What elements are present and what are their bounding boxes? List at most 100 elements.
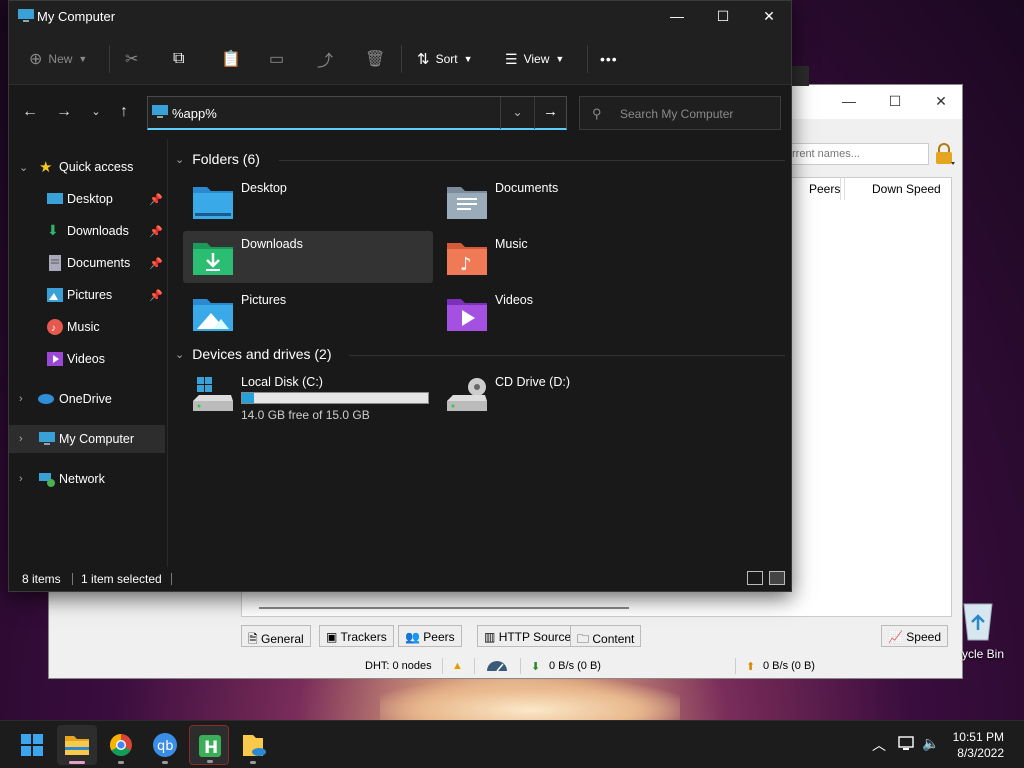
folders-section-title: Folders (6) — [192, 151, 260, 167]
download-arrow-icon: ⬇ — [531, 661, 541, 673]
content-pane: ⌄ Folders (6) Desktop Documents Download… — [169, 139, 791, 569]
nav-item-videos[interactable]: Videos — [9, 345, 165, 373]
download-icon: ⬇ — [47, 222, 59, 238]
pane-splitter[interactable] — [167, 139, 168, 569]
status-separator — [520, 658, 521, 674]
minimize-button[interactable]: — — [654, 1, 700, 33]
tab-general[interactable]: 🗎 General — [241, 625, 311, 647]
taskbar-qbittorrent[interactable]: qb — [145, 725, 185, 765]
videos-folder-icon — [445, 293, 489, 333]
folder-tile-pictures[interactable]: Pictures — [183, 287, 433, 339]
chevron-down-icon: ⌄ — [91, 106, 101, 118]
computer-icon — [39, 432, 55, 448]
nav-item-my-computer[interactable]: › My Computer — [9, 425, 165, 453]
explorer-titlebar[interactable]: My Computer — ☐ ✕ — [9, 1, 791, 33]
search-box[interactable]: ⚲ Search My Computer — [579, 96, 781, 130]
volume-icon[interactable]: 🔈 — [922, 735, 939, 752]
folder-tile-documents[interactable]: Documents — [437, 175, 687, 227]
delete-button[interactable]: 🗑 — [365, 47, 385, 71]
nav-item-network[interactable]: › Network — [9, 465, 165, 493]
tab-speed[interactable]: 📈 Speed — [881, 625, 948, 647]
pin-icon[interactable]: 📌 — [149, 225, 163, 238]
firewall-icon[interactable]: ▲ — [452, 660, 463, 672]
details-view-icon[interactable] — [747, 571, 763, 585]
nav-quick-access[interactable]: ⌄ ★ Quick access — [9, 153, 165, 181]
network-tray-icon[interactable] — [898, 735, 916, 754]
large-icons-view-icon[interactable] — [769, 571, 785, 585]
up-button[interactable]: ↑ — [113, 103, 135, 123]
background-maximize-button[interactable]: ☐ — [885, 93, 905, 109]
background-close-button[interactable]: ✕ — [931, 93, 951, 109]
toolbar-separator — [401, 45, 402, 73]
taskbar-notes-app[interactable] — [233, 725, 273, 765]
lock-icon[interactable] — [933, 142, 955, 166]
share-button[interactable]: ⤴ — [317, 47, 333, 71]
nav-item-label: Pictures — [67, 288, 113, 302]
pin-icon[interactable]: 📌 — [149, 193, 163, 206]
section-divider — [279, 160, 785, 161]
taskbar-file-explorer[interactable] — [57, 725, 97, 765]
new-button[interactable]: ⊕ New ▼ — [29, 47, 87, 71]
devices-section-header[interactable]: ⌄ Devices and drives (2) — [175, 346, 332, 362]
forward-button[interactable]: → — [53, 103, 75, 123]
file-explorer-window[interactable]: My Computer — ☐ ✕ ⊕ New ▼ ✂ ⧉ 📋 ▭ ⤴ 🗑 ⇅ … — [8, 0, 792, 592]
drive-tile-local-disk[interactable]: Local Disk (C:) 14.0 GB free of 15.0 GB — [183, 369, 433, 425]
background-minimize-button[interactable]: — — [839, 93, 859, 109]
taskbar-h-app[interactable]: H — [189, 725, 229, 765]
column-header-down-speed[interactable]: Down Speed — [872, 182, 941, 196]
nav-item-downloads[interactable]: ⬇ Downloads 📌 — [9, 217, 165, 245]
recycle-bin-label[interactable]: ycle Bin — [962, 647, 1004, 661]
running-indicator — [207, 760, 213, 763]
trackers-icon: ▣ — [326, 630, 338, 644]
nav-item-label: OneDrive — [59, 392, 112, 406]
copy-button[interactable]: ⧉ — [173, 47, 184, 71]
tab-http-sources[interactable]: ▥ HTTP Sources — [477, 625, 585, 647]
address-bar[interactable]: %app% ⌄ → — [147, 96, 567, 130]
cut-button[interactable]: ✂ — [125, 47, 138, 71]
search-input[interactable]: Search My Computer — [620, 107, 733, 121]
close-button[interactable]: ✕ — [746, 1, 792, 33]
column-header-peers[interactable]: Peers — [809, 182, 840, 196]
show-hidden-icons-chevron-icon[interactable]: ︿ — [872, 735, 886, 755]
view-button[interactable]: ☰ View ▼ — [505, 47, 564, 71]
plus-circle-icon: ⊕ — [29, 51, 43, 68]
folder-tile-downloads[interactable]: Downloads — [183, 231, 433, 283]
copy-icon: ⧉ — [173, 50, 185, 67]
pin-icon[interactable]: 📌 — [149, 289, 163, 302]
tab-trackers[interactable]: ▣ Trackers — [319, 625, 394, 647]
recent-locations-button[interactable]: ⌄ — [85, 105, 107, 125]
folders-section-header[interactable]: ⌄ Folders (6) — [175, 151, 260, 167]
back-button[interactable]: ← — [19, 103, 41, 123]
nav-item-onedrive[interactable]: › OneDrive — [9, 385, 165, 413]
torrent-filter-input[interactable]: rrent names... — [787, 143, 929, 165]
taskbar-chrome[interactable] — [101, 725, 141, 765]
horizontal-scrollbar[interactable] — [259, 607, 629, 609]
tab-peers[interactable]: 👥 Peers — [398, 625, 462, 647]
address-input[interactable]: %app% — [172, 106, 217, 121]
nav-item-label: My Computer — [59, 432, 135, 446]
start-button[interactable] — [12, 725, 52, 765]
drive-tile-cd[interactable]: CD Drive (D:) — [437, 369, 687, 425]
folder-tile-videos[interactable]: Videos — [437, 287, 687, 339]
nav-item-music[interactable]: ♪ Music — [9, 313, 165, 341]
tab-content[interactable]: 🗀 Content — [570, 625, 642, 647]
taskbar-clock[interactable]: 10:51 PM 8/3/2022 — [953, 729, 1004, 761]
more-options-button[interactable]: ••• — [600, 47, 618, 71]
nav-item-desktop[interactable]: Desktop 📌 — [9, 185, 165, 213]
running-indicator — [118, 761, 124, 764]
tab-http-sources-label: HTTP Sources — [498, 630, 578, 644]
paste-button[interactable]: 📋 — [221, 47, 241, 71]
pin-icon[interactable]: 📌 — [149, 257, 163, 270]
maximize-button[interactable]: ☐ — [700, 1, 746, 33]
speed-limit-icon[interactable] — [485, 660, 509, 675]
folder-tile-desktop[interactable]: Desktop — [183, 175, 433, 227]
nav-item-documents[interactable]: Documents 📌 — [9, 249, 165, 277]
sort-button[interactable]: ⇅ Sort ▼ — [417, 47, 473, 71]
nav-item-pictures[interactable]: Pictures 📌 — [9, 281, 165, 309]
arrow-right-icon: → — [56, 103, 72, 120]
go-button[interactable]: → — [534, 97, 566, 129]
rename-button[interactable]: ▭ — [269, 47, 284, 71]
network-icon — [39, 471, 55, 487]
address-dropdown-button[interactable]: ⌄ — [500, 97, 534, 129]
folder-tile-music[interactable]: ♪ Music — [437, 231, 687, 283]
